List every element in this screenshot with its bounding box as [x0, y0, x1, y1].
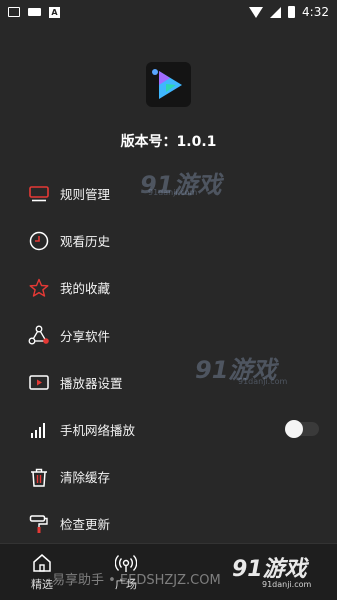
battery-icon — [288, 6, 296, 18]
watermark-footer: 易享助手 • EEDSHZJZ.COM — [52, 573, 221, 588]
font-icon: A — [49, 6, 60, 18]
menu-item-clear-cache[interactable]: 清除缓存 — [0, 453, 337, 500]
tab-label: 精选 — [31, 578, 53, 591]
menu-item-mobile-network: 手机网络播放 — [0, 406, 337, 453]
trash-icon — [28, 466, 50, 488]
home-icon — [33, 554, 51, 572]
clock-icon — [28, 230, 50, 252]
play-screen-icon — [28, 371, 50, 393]
menu-item-share[interactable]: 分享软件 — [0, 312, 337, 359]
watermark-brand: 91游戏 — [232, 557, 307, 582]
menu-item-label: 规则管理 — [60, 187, 111, 203]
menu-item-history[interactable]: 观看历史 — [0, 217, 337, 264]
status-bar: A 4:32 — [0, 0, 337, 24]
watermark-site: 91danji.com — [262, 580, 312, 589]
menu-item-label: 分享软件 — [60, 328, 111, 344]
paint-roller-icon — [28, 513, 50, 535]
watermark-site: 91danji.com — [148, 188, 198, 197]
menu-item-label: 观看历史 — [60, 234, 111, 250]
keyboard-icon — [28, 8, 41, 16]
share-icon — [28, 324, 50, 346]
watermark-site: 91danji.com — [238, 377, 288, 386]
mobile-network-toggle[interactable] — [285, 419, 319, 438]
version-label: 版本号：1.0.1 — [120, 134, 217, 150]
menu-item-label: 清除缓存 — [60, 470, 111, 486]
star-icon — [28, 277, 50, 299]
settings-menu: 规则管理 观看历史 我的收藏 分享软件 播放器设置 手机网络播放 清除缓存 检查… — [0, 170, 337, 548]
app-logo — [146, 62, 191, 107]
menu-item-label: 手机网络播放 — [60, 423, 136, 439]
signal-bars-icon — [28, 419, 50, 441]
toggle-knob — [285, 419, 303, 438]
monitor-icon — [28, 183, 50, 205]
menu-item-label: 我的收藏 — [60, 281, 111, 297]
status-time: 4:32 — [302, 5, 329, 19]
menu-item-label: 播放器设置 — [60, 375, 123, 391]
menu-item-check-update[interactable]: 检查更新 — [0, 500, 337, 547]
wifi-icon — [249, 6, 264, 18]
cell-signal-icon — [270, 6, 282, 18]
image-notification-icon — [8, 7, 20, 17]
menu-item-label: 检查更新 — [60, 517, 111, 533]
menu-item-favorites[interactable]: 我的收藏 — [0, 264, 337, 311]
